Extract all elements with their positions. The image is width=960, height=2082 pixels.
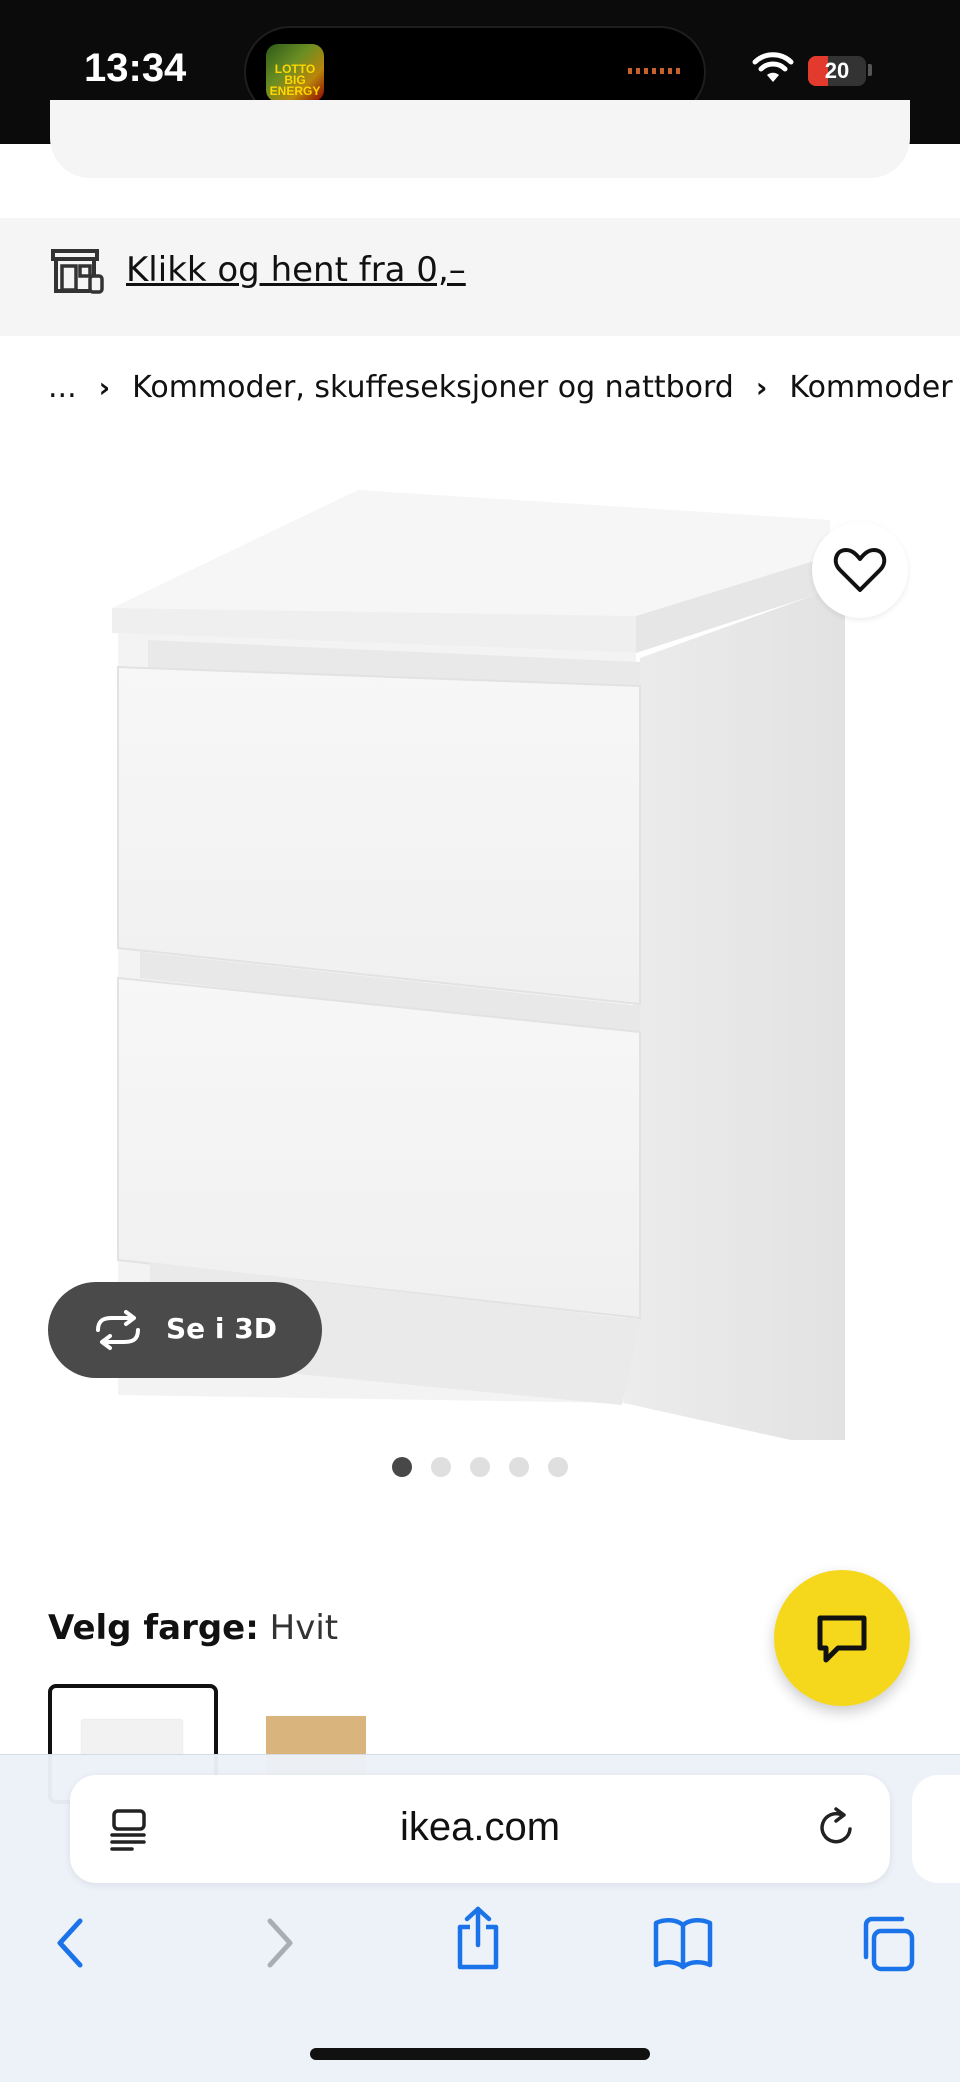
breadcrumb: ... › Kommoder, skuffeseksjoner og nattb… — [48, 370, 953, 405]
battery-tip — [868, 64, 872, 76]
browser-toolbar: ikea.com — [0, 1754, 960, 2082]
home-indicator[interactable] — [310, 2048, 650, 2060]
wifi-icon — [752, 52, 794, 82]
click-collect-link[interactable]: Klikk og hent fra 0,– — [126, 250, 466, 290]
address-bar[interactable]: ikea.com — [70, 1775, 890, 1883]
status-time: 13:34 — [84, 46, 187, 90]
breadcrumb-ellipsis[interactable]: ... — [48, 370, 77, 405]
next-tab-preview[interactable] — [912, 1775, 960, 1883]
store-pickup-icon — [51, 249, 104, 294]
pagination-dot[interactable] — [548, 1457, 568, 1477]
color-selection-label: Velg farge: Hvit — [48, 1608, 338, 1648]
reload-icon[interactable] — [814, 1805, 860, 1851]
share-icon[interactable] — [452, 1905, 504, 1971]
breadcrumb-item-kommoder-skuffeseksjoner[interactable]: Kommoder, skuffeseksjoner og nattbord — [132, 370, 734, 405]
search-field-bottom[interactable] — [50, 100, 910, 178]
battery-icon: 20 — [808, 56, 866, 86]
live-activity-app-icon: LOTTO BIG ENERGY — [266, 44, 324, 102]
chat-button[interactable] — [774, 1570, 910, 1706]
pagination-dot[interactable] — [509, 1457, 529, 1477]
bookmarks-icon[interactable] — [652, 1915, 714, 1971]
activity-indicator-icon — [628, 68, 680, 74]
chevron-right-icon: › — [755, 371, 768, 404]
color-label-title: Velg farge: — [48, 1608, 259, 1648]
image-pagination — [392, 1457, 568, 1477]
pagination-dot[interactable] — [470, 1457, 490, 1477]
favorite-button[interactable] — [812, 522, 908, 618]
pagination-dot[interactable] — [392, 1457, 412, 1477]
color-label-value: Hvit — [269, 1608, 339, 1648]
back-icon[interactable] — [50, 1915, 92, 1971]
chat-icon — [817, 1615, 867, 1663]
view-3d-label: Se i 3D — [166, 1312, 277, 1345]
click-collect-banner[interactable]: Klikk og hent fra 0,– — [0, 218, 960, 336]
forward-icon[interactable] — [258, 1915, 300, 1971]
breadcrumb-item-kommoder[interactable]: Kommoder — [789, 370, 952, 405]
island-app-label: LOTTO BIG ENERGY — [269, 62, 321, 98]
url-text: ikea.com — [399, 1805, 561, 1849]
tabs-icon[interactable] — [858, 1915, 916, 1973]
heart-icon — [833, 548, 887, 592]
pagination-dot[interactable] — [431, 1457, 451, 1477]
rotate-3d-icon — [96, 1310, 140, 1350]
chevron-right-icon: › — [98, 371, 111, 404]
view-3d-button[interactable]: Se i 3D — [48, 1282, 322, 1378]
battery-level: 20 — [824, 58, 850, 83]
